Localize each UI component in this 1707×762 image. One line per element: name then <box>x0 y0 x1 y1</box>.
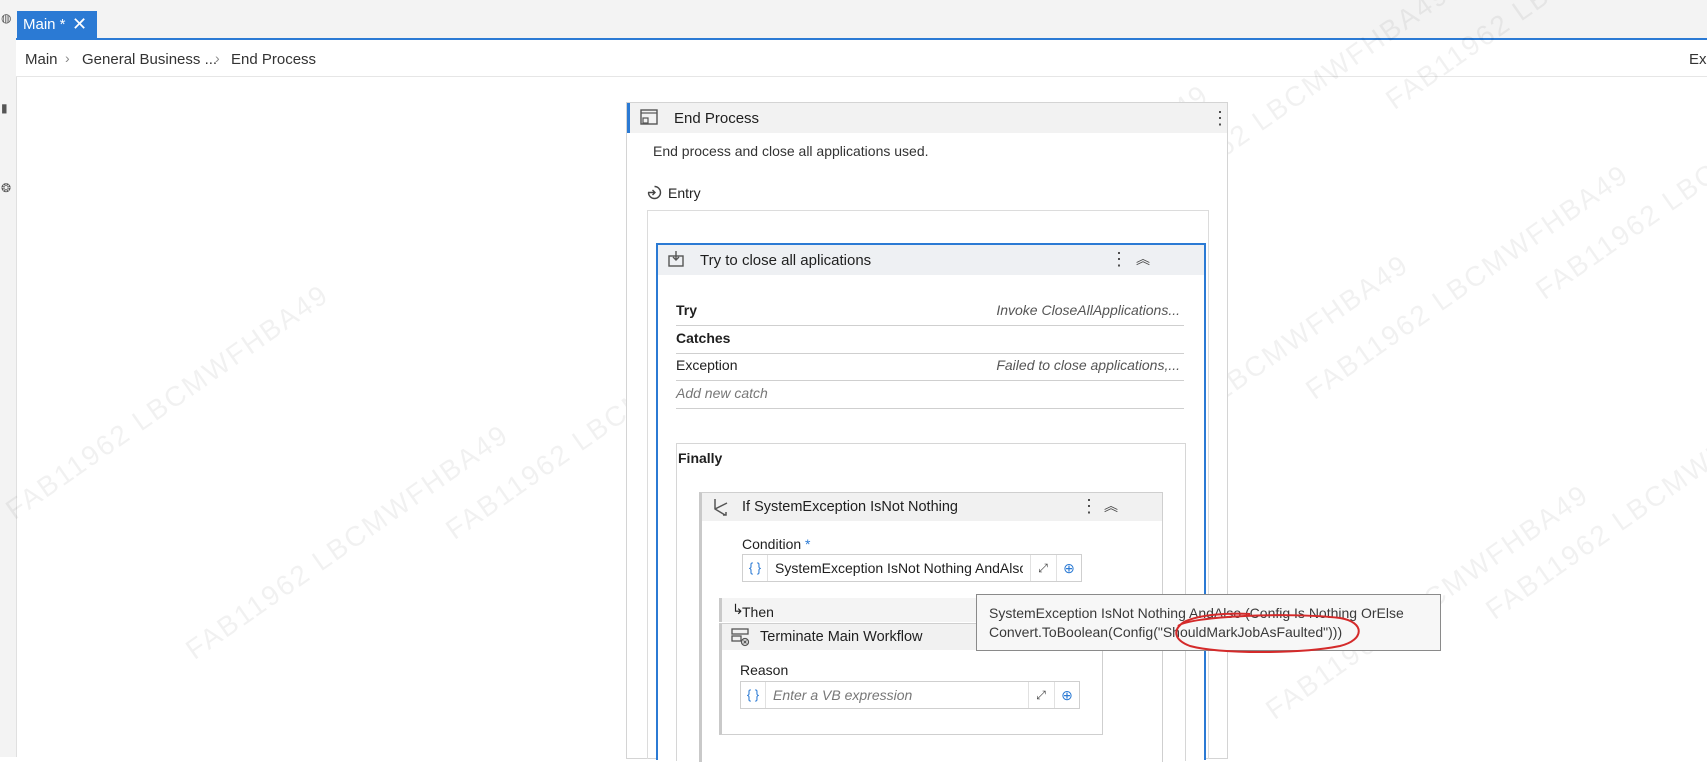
reason-label: Reason <box>740 662 789 678</box>
entry-icon <box>647 185 662 200</box>
try-label: Try <box>676 302 698 318</box>
condition-expression-field[interactable]: { } SystemException IsNot Nothing AndAls… <box>742 554 1082 582</box>
add-plus-icon[interactable]: ⊕ <box>1054 682 1079 708</box>
sequence-description: End process and close all applications u… <box>653 143 929 159</box>
more-options-icon[interactable]: ⋮ <box>1110 250 1128 268</box>
snippet-icon[interactable]: ❂ <box>1 182 14 195</box>
catch-exception-row[interactable]: Exception Failed to close applications,.… <box>676 350 1184 381</box>
try-catch-title: Try to close all aplications <box>700 252 872 269</box>
end-process-sequence[interactable]: End Process ⋮ End process and close all … <box>626 102 1229 762</box>
sequence-icon <box>640 109 658 125</box>
catches-label: Catches <box>676 330 731 346</box>
try-catch-activity[interactable]: Try to close all aplications ⋮ ︽ Try Inv… <box>656 243 1206 762</box>
chevron-right-icon: › <box>215 50 220 66</box>
watermark: FAB11962 LBCMWFHBA49 <box>180 418 515 666</box>
tab-label: Main * <box>23 16 66 33</box>
try-catch-header[interactable]: Try to close all aplications ⋮ ︽ <box>658 245 1204 275</box>
reason-placeholder[interactable]: Enter a VB expression <box>773 687 1021 703</box>
tab-bar: Main * ✕ <box>16 0 1707 40</box>
watermark: FAB11962 LBCMWFHBA49 <box>1530 58 1707 306</box>
if-header[interactable]: If SystemException IsNot Nothing ⋮ ︽ <box>702 493 1162 521</box>
then-label: ↳ Then <box>732 601 774 620</box>
if-title: If SystemException IsNot Nothing <box>742 499 958 515</box>
condition-label: Condition * <box>742 536 811 552</box>
expression-brace-icon: { } <box>743 555 768 581</box>
condition-label-text: Condition <box>742 536 802 552</box>
expression-brace-icon: { } <box>741 682 766 708</box>
breadcrumb-item-main[interactable]: Main <box>25 51 58 68</box>
required-marker: * <box>805 536 811 552</box>
chevron-right-icon: › <box>65 50 70 66</box>
entry-text: Entry <box>668 185 701 201</box>
try-value: Invoke CloseAllApplications... <box>996 302 1180 318</box>
close-icon[interactable]: ✕ <box>72 14 87 34</box>
then-label-text: Then <box>742 604 774 620</box>
exception-label: Exception <box>676 357 738 373</box>
more-options-icon[interactable]: ⋮ <box>1080 497 1098 515</box>
collapse-icon[interactable]: ︽ <box>1136 249 1150 269</box>
activity-strip: ◍ ▮ ❂ <box>0 0 17 757</box>
pin-icon[interactable]: ▮ <box>1 102 14 115</box>
reason-expression-field[interactable]: { } Enter a VB expression ⤢ ⊕ <box>740 681 1080 709</box>
tab-main[interactable]: Main * ✕ <box>17 11 97 38</box>
condition-expression-text[interactable]: SystemException IsNot Nothing AndAlso ( <box>775 560 1023 576</box>
breadcrumb-item-end-process[interactable]: End Process <box>231 51 316 68</box>
tooltip-line-1: SystemException IsNot Nothing AndAlso (C… <box>989 605 1404 621</box>
watermark: FAB11962 LBCMWFHBA49 <box>1480 378 1707 626</box>
terminate-icon <box>731 628 750 647</box>
breadcrumb: Main › General Business ... › End Proces… <box>16 40 1707 77</box>
try-row[interactable]: Try Invoke CloseAllApplications... <box>676 295 1184 326</box>
add-new-catch-link[interactable]: Add new catch <box>676 385 768 401</box>
finally-label: Finally <box>678 450 723 466</box>
breadcrumb-item-general-business[interactable]: General Business ... <box>82 51 217 68</box>
tooltip-line-2: Convert.ToBoolean(Config("ShouldMarkJobA… <box>989 624 1343 640</box>
terminate-title: Terminate Main Workflow <box>760 629 923 645</box>
more-options-icon[interactable]: ⋮ <box>1211 109 1229 127</box>
add-plus-icon[interactable]: ⊕ <box>1056 555 1081 581</box>
expand-editor-icon[interactable]: ⤢ <box>1030 555 1055 581</box>
exception-value: Failed to close applications,... <box>996 357 1180 373</box>
add-new-catch-row[interactable]: Add new catch <box>676 378 1184 409</box>
sequence-title: End Process <box>674 110 760 127</box>
watermark: FAB11962 LBCMWFHBA49 <box>1300 158 1635 406</box>
try-catch-icon <box>668 251 684 267</box>
condition-tooltip: SystemException IsNot Nothing AndAlso (C… <box>976 594 1441 651</box>
entry-label: Entry <box>647 185 701 201</box>
expand-editor-icon[interactable]: ⤢ <box>1028 682 1053 708</box>
collapse-icon[interactable]: ︽ <box>1104 496 1118 516</box>
if-branch-icon <box>714 499 728 516</box>
expand-all-link[interactable]: Exp <box>1689 51 1707 68</box>
sequence-header[interactable]: End Process ⋮ <box>627 103 1229 133</box>
watermark: FAB11962 LBCMWFHBA49 <box>0 278 335 526</box>
globe-icon[interactable]: ◍ <box>1 12 14 25</box>
